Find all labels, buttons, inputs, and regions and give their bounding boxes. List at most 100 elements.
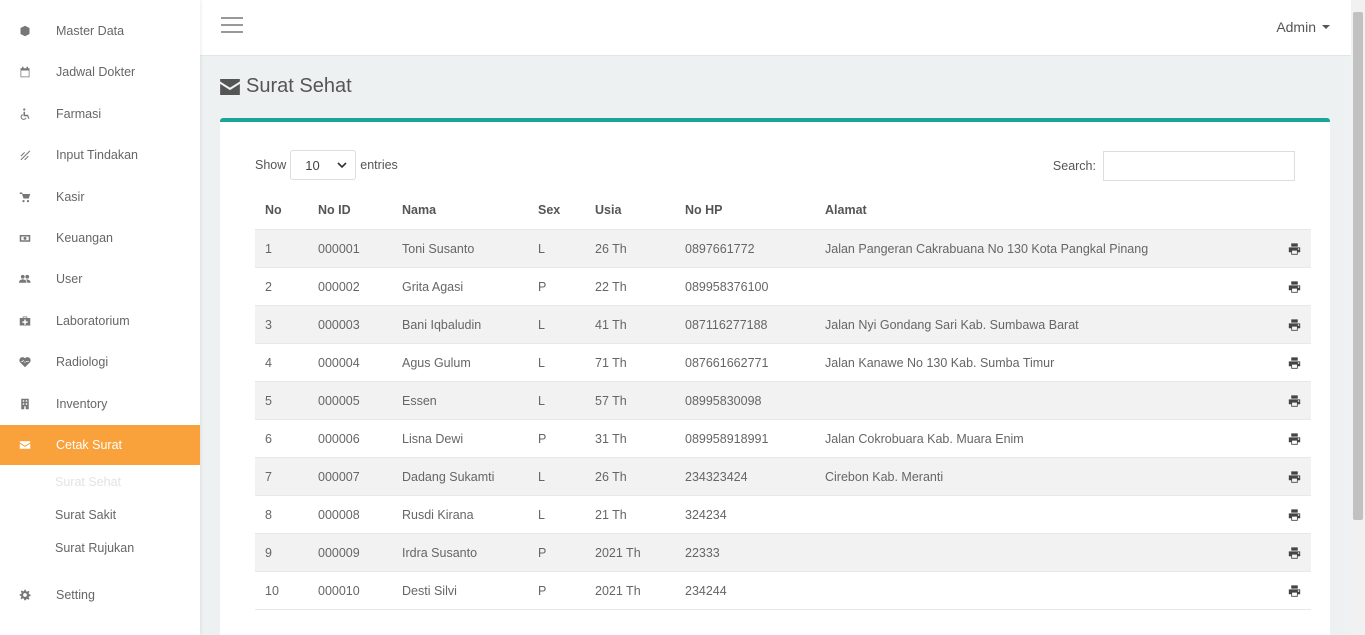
cell-hp: 087116277188	[685, 318, 768, 332]
cell-usia: 26 Th	[595, 242, 627, 256]
envelope-icon	[220, 78, 240, 95]
sidebar-item-label: Input Tindakan	[56, 148, 139, 162]
cell-id: 000003	[318, 318, 360, 332]
print-icon[interactable]	[1288, 433, 1301, 445]
sidebar-item-label: Cetak Surat	[56, 438, 123, 452]
entries-label: entries	[360, 158, 398, 172]
table-row: 2 000002 Grita Agasi P 22 Th 089958376100	[255, 268, 1311, 306]
menu-toggle-icon[interactable]	[221, 17, 243, 33]
print-icon[interactable]	[1288, 243, 1301, 255]
cell-sex: L	[538, 318, 545, 332]
cell-usia: 22 Th	[595, 280, 627, 294]
cell-nama: Lisna Dewi	[402, 432, 464, 446]
cell-nama: Grita Agasi	[402, 280, 464, 294]
cell-sex: L	[538, 470, 545, 484]
sidebar-item-input-tindakan[interactable]: Input Tindakan	[0, 135, 200, 175]
cell-no: 10	[265, 584, 279, 598]
sidebar-item-laboratorium[interactable]: Laboratorium	[0, 301, 200, 341]
search-input[interactable]	[1103, 151, 1295, 181]
cell-no: 6	[265, 432, 272, 446]
column-header-nama[interactable]: Nama	[402, 203, 436, 217]
cell-usia: 41 Th	[595, 318, 627, 332]
print-icon[interactable]	[1288, 509, 1301, 521]
cell-no: 2	[265, 280, 272, 294]
print-icon[interactable]	[1288, 585, 1301, 597]
cell-id: 000009	[318, 546, 360, 560]
cart-icon	[0, 191, 56, 203]
sidebar: Master Data Jadwal Dokter Farmasi Input …	[0, 0, 200, 635]
chevron-down-icon	[337, 162, 347, 169]
cell-hp: 234244	[685, 584, 727, 598]
wheelchair-icon	[0, 108, 56, 120]
cell-no: 3	[265, 318, 272, 332]
page-title: Surat Sehat	[220, 75, 352, 98]
sidebar-item-label: Master Data	[56, 24, 125, 38]
cell-usia: 71 Th	[595, 356, 627, 370]
table-row: 9 000009 Irdra Susanto P 2021 Th 22333	[255, 534, 1311, 572]
print-icon[interactable]	[1288, 319, 1301, 331]
cell-sex: L	[538, 508, 545, 522]
sidebar-item-label: Keuangan	[56, 231, 114, 245]
table-row: 4 000004 Agus Gulum L 71 Th 087661662771 Jalan…	[255, 344, 1311, 382]
cell-alamat: Jalan Kanawe No 130 Kab. Sumba Timur	[825, 356, 1055, 370]
sidebar-subitem-surat-rujukan[interactable]: Surat Rujukan	[55, 541, 134, 555]
cell-no: 4	[265, 356, 272, 370]
heartbeat-icon	[0, 356, 56, 368]
column-header-sex[interactable]: Sex	[538, 203, 560, 217]
print-icon[interactable]	[1288, 395, 1301, 407]
page-scrollbar[interactable]	[1351, 0, 1365, 635]
cell-usia: 57 Th	[595, 394, 627, 408]
cell-no: 5	[265, 394, 272, 408]
sidebar-subitem-surat-sakit[interactable]: Surat Sakit	[55, 508, 116, 522]
user-name: Admin	[1276, 19, 1316, 35]
cell-id: 000006	[318, 432, 360, 446]
cell-sex: P	[538, 280, 547, 294]
cell-nama: Essen	[402, 394, 437, 408]
sidebar-item-label: Jadwal Dokter	[56, 65, 136, 79]
sidebar-item-jadwal-dokter[interactable]: Jadwal Dokter	[0, 52, 200, 92]
building-icon	[0, 398, 56, 410]
table-row: 5 000005 Essen L 57 Th 08995830098	[255, 382, 1311, 420]
sidebar-item-inventory[interactable]: Inventory	[0, 384, 200, 424]
cell-hp: 089958918991	[685, 432, 769, 446]
signal-icon	[0, 149, 56, 161]
table-header: No No ID Nama Sex Usia No HP Alamat	[255, 190, 1311, 230]
table-row: 1 000001 Toni Susanto L 26 Th 0897661772 Jalan…	[255, 230, 1311, 268]
sidebar-subitem-surat-sehat[interactable]: Surat Sehat	[55, 475, 121, 489]
column-header-no[interactable]: No	[265, 203, 282, 217]
sidebar-item-farmasi[interactable]: Farmasi	[0, 94, 200, 134]
column-header-usia[interactable]: Usia	[595, 203, 621, 217]
column-header-id[interactable]: No ID	[318, 203, 351, 217]
money-icon	[0, 232, 56, 244]
scrollbar-thumb[interactable]	[1353, 12, 1363, 520]
print-icon[interactable]	[1288, 357, 1301, 369]
cell-hp: 087661662771	[685, 356, 769, 370]
sidebar-item-cetak-surat[interactable]: Cetak Surat	[0, 425, 200, 465]
cell-alamat: Jalan Pangeran Cakrabuana No 130 Kota Pa…	[825, 242, 1149, 256]
sidebar-item-kasir[interactable]: Kasir	[0, 177, 200, 217]
sidebar-item-setting[interactable]: Setting	[0, 575, 200, 615]
column-header-hp[interactable]: No HP	[685, 203, 723, 217]
print-icon[interactable]	[1288, 547, 1301, 559]
cube-icon	[0, 25, 56, 37]
entries-select[interactable]: 10	[290, 150, 357, 180]
cell-alamat: Jalan Cokrobuara Kab. Muara Enim	[825, 432, 1024, 446]
print-icon[interactable]	[1288, 281, 1301, 293]
print-icon[interactable]	[1288, 471, 1301, 483]
sidebar-item-user[interactable]: User	[0, 259, 200, 299]
cell-id: 000001	[318, 242, 360, 256]
sidebar-item-radiologi[interactable]: Radiologi	[0, 342, 200, 382]
column-header-alamat[interactable]: Alamat	[825, 203, 867, 217]
sidebar-item-master-data[interactable]: Master Data	[0, 11, 200, 51]
sidebar-item-keuangan[interactable]: Keuangan	[0, 218, 200, 258]
table-row: 10 000010 Desti Silvi P 2021 Th 234244	[255, 572, 1311, 610]
cell-hp: 08995830098	[685, 394, 762, 408]
cell-nama: Dadang Sukamti	[402, 470, 495, 484]
cell-sex: P	[538, 432, 547, 446]
gear-icon	[0, 589, 56, 601]
cell-id: 000005	[318, 394, 360, 408]
cell-usia: 2021 Th	[595, 546, 641, 560]
sidebar-item-label: User	[56, 272, 83, 286]
table-row: 7 000007 Dadang Sukamti L 26 Th 234323424 Cire…	[255, 458, 1311, 496]
user-menu[interactable]: Admin	[1276, 19, 1330, 35]
